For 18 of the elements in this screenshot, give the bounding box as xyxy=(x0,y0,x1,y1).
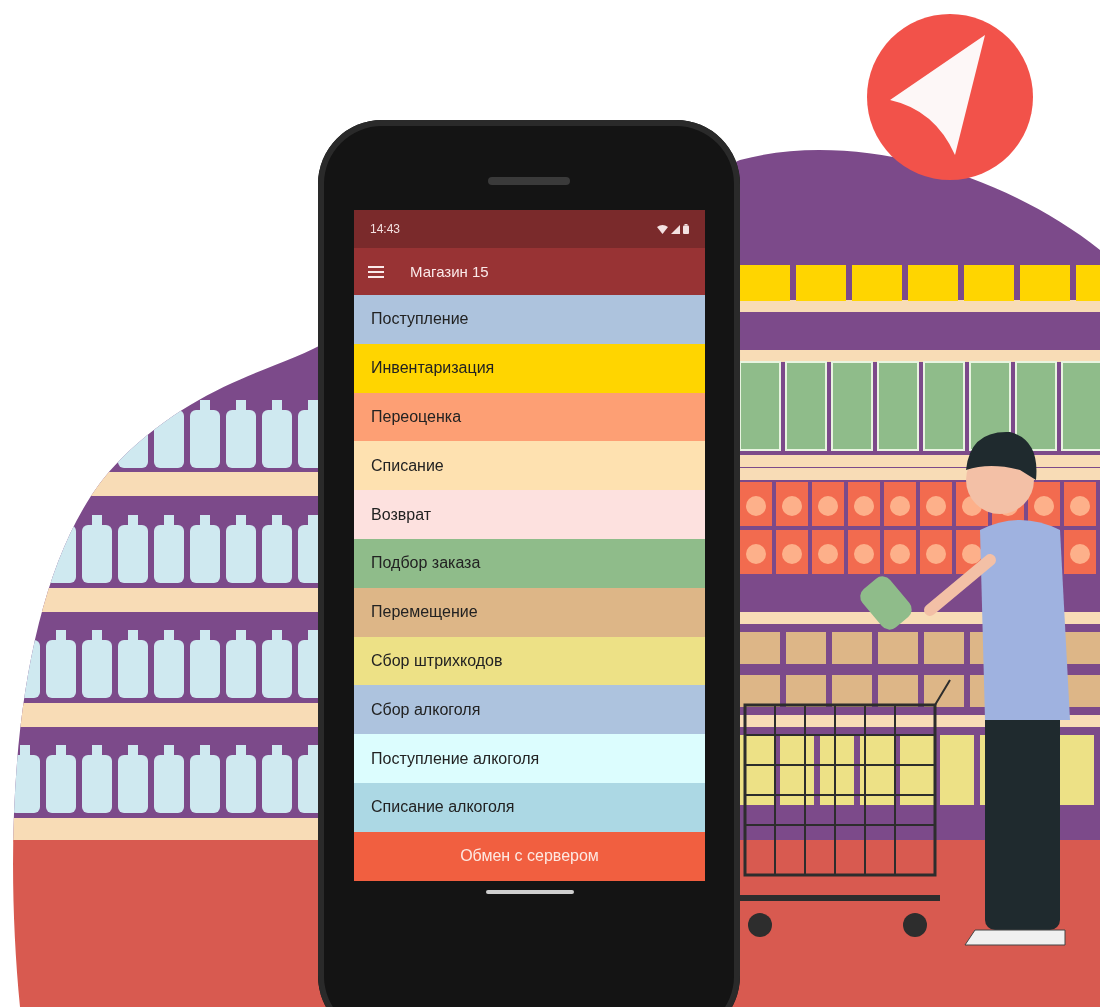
menu-item[interactable]: Подбор заказа xyxy=(354,539,705,588)
wifi-icon xyxy=(657,224,668,234)
logo-icon xyxy=(867,14,1033,180)
menu-icon[interactable] xyxy=(368,265,384,278)
menu-item[interactable]: Перемещение xyxy=(354,587,705,637)
menu-item[interactable]: Инвентаризация xyxy=(354,343,705,393)
menu-item[interactable]: Сбор штрихкодов xyxy=(354,636,705,686)
signal-icon xyxy=(671,224,680,234)
menu-item[interactable]: Списание алкоголя xyxy=(354,782,705,832)
menu-item[interactable]: Сбор алкоголя xyxy=(354,685,705,735)
menu-item[interactable]: Поступление алкоголя xyxy=(354,734,705,783)
battery-icon xyxy=(683,224,689,234)
menu-item[interactable]: Списание xyxy=(354,441,705,491)
status-time: 14:43 xyxy=(370,222,401,236)
menu-item[interactable]: Поступление xyxy=(354,295,705,344)
app-title: Магазин 15 xyxy=(410,263,489,280)
menu-item[interactable]: Возврат xyxy=(354,490,705,539)
menu-item[interactable]: Переоценка xyxy=(354,392,705,442)
